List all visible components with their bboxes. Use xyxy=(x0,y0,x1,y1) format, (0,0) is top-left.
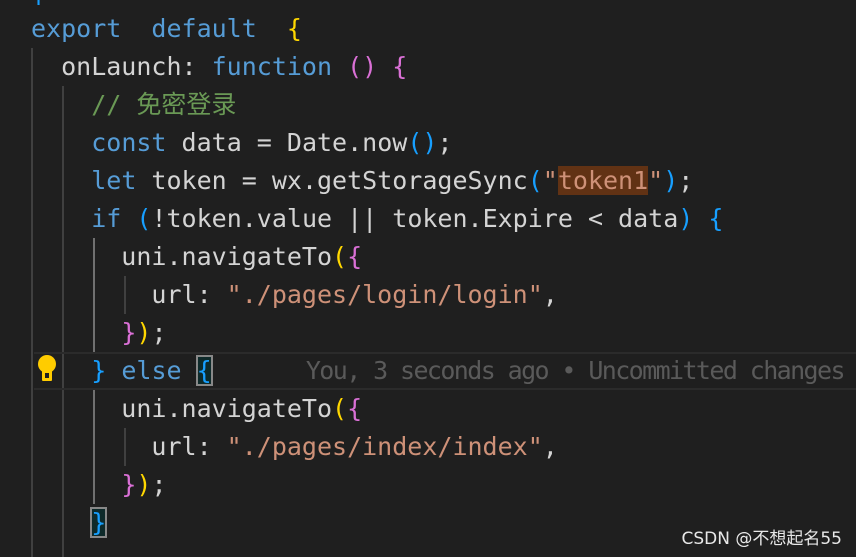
code-editor[interactable]: | export default { onLaunch: function () … xyxy=(0,0,856,557)
code-token: const xyxy=(91,128,167,157)
code-token: ) xyxy=(136,470,152,499)
code-token: } xyxy=(91,356,107,385)
code-token: { xyxy=(392,52,408,81)
code-token: function xyxy=(211,52,333,81)
code-token: if xyxy=(91,204,122,233)
code-token: " xyxy=(648,166,664,195)
code-token: } xyxy=(121,470,137,499)
code-line[interactable]: if (!token.value || token.Expire < data)… xyxy=(31,200,723,238)
code-line[interactable]: uni.navigateTo({ xyxy=(31,238,362,276)
code-line[interactable]: // 免密登录 xyxy=(31,86,236,124)
code-token: ) xyxy=(663,166,679,195)
code-line[interactable]: | xyxy=(31,0,46,10)
code-token: export xyxy=(31,14,122,43)
code-token: ; xyxy=(151,470,167,499)
code-line[interactable]: } else { You, 3 seconds ago • Uncommitte… xyxy=(31,352,846,390)
code-token: () xyxy=(407,128,438,157)
code-token: ) xyxy=(136,318,152,347)
code-token: } xyxy=(90,507,108,538)
code-line[interactable]: uni.navigateTo({ xyxy=(31,390,362,428)
code-line[interactable]: onLaunch: function () { xyxy=(31,48,407,86)
code-token: token = wx.getStorageSync xyxy=(136,166,528,195)
code-token: uni.navigateTo xyxy=(31,242,333,271)
code-token: !token.value || token.Expire < data xyxy=(151,204,679,233)
code-line[interactable]: } xyxy=(31,504,108,542)
code-line[interactable]: export default { xyxy=(31,10,302,48)
code-token: , xyxy=(542,280,558,309)
code-token: { xyxy=(347,394,363,423)
code-token: default xyxy=(151,14,257,43)
code-line[interactable]: }); xyxy=(31,314,167,352)
code-token: | xyxy=(31,0,46,5)
code-token: onLaunch: xyxy=(31,52,212,81)
code-token: () xyxy=(347,52,378,81)
lightbulb-icon[interactable] xyxy=(37,355,57,383)
code-token: "./pages/login/login" xyxy=(226,280,543,309)
code-token: { xyxy=(286,14,302,43)
code-token: ( xyxy=(136,204,152,233)
code-line[interactable]: const data = Date.now(); xyxy=(31,124,452,162)
code-token: , xyxy=(542,432,558,461)
code-token: url: xyxy=(31,280,227,309)
git-blame-annotation: You, 3 seconds ago • Uncommitted changes xyxy=(211,356,846,385)
code-token: } xyxy=(121,318,137,347)
code-token: "./pages/index/index" xyxy=(226,432,543,461)
code-token: { xyxy=(195,355,213,386)
code-token: ( xyxy=(527,166,543,195)
watermark: CSDN @不想起名55 xyxy=(681,529,842,549)
code-token: ) xyxy=(678,204,694,233)
code-token: else xyxy=(121,356,182,385)
code-token: ; xyxy=(437,128,453,157)
code-token: { xyxy=(347,242,363,271)
code-line[interactable]: url: "./pages/index/index", xyxy=(31,428,558,466)
code-token: ( xyxy=(332,394,348,423)
code-token: ; xyxy=(678,166,694,195)
code-token: // 免密登录 xyxy=(31,90,237,119)
code-line[interactable]: }); xyxy=(31,466,167,504)
code-token: ; xyxy=(151,318,167,347)
code-token: url: xyxy=(31,432,227,461)
code-token: { xyxy=(708,204,724,233)
code-token: " xyxy=(542,166,558,195)
code-token: data = Date.now xyxy=(166,128,408,157)
code-token: ( xyxy=(332,242,348,271)
code-token: let xyxy=(91,166,137,195)
code-line[interactable]: url: "./pages/login/login", xyxy=(31,276,558,314)
code-token: token1 xyxy=(557,166,649,195)
code-line[interactable]: let token = wx.getStorageSync("token1"); xyxy=(31,162,693,200)
code-token: uni.navigateTo xyxy=(31,394,333,423)
